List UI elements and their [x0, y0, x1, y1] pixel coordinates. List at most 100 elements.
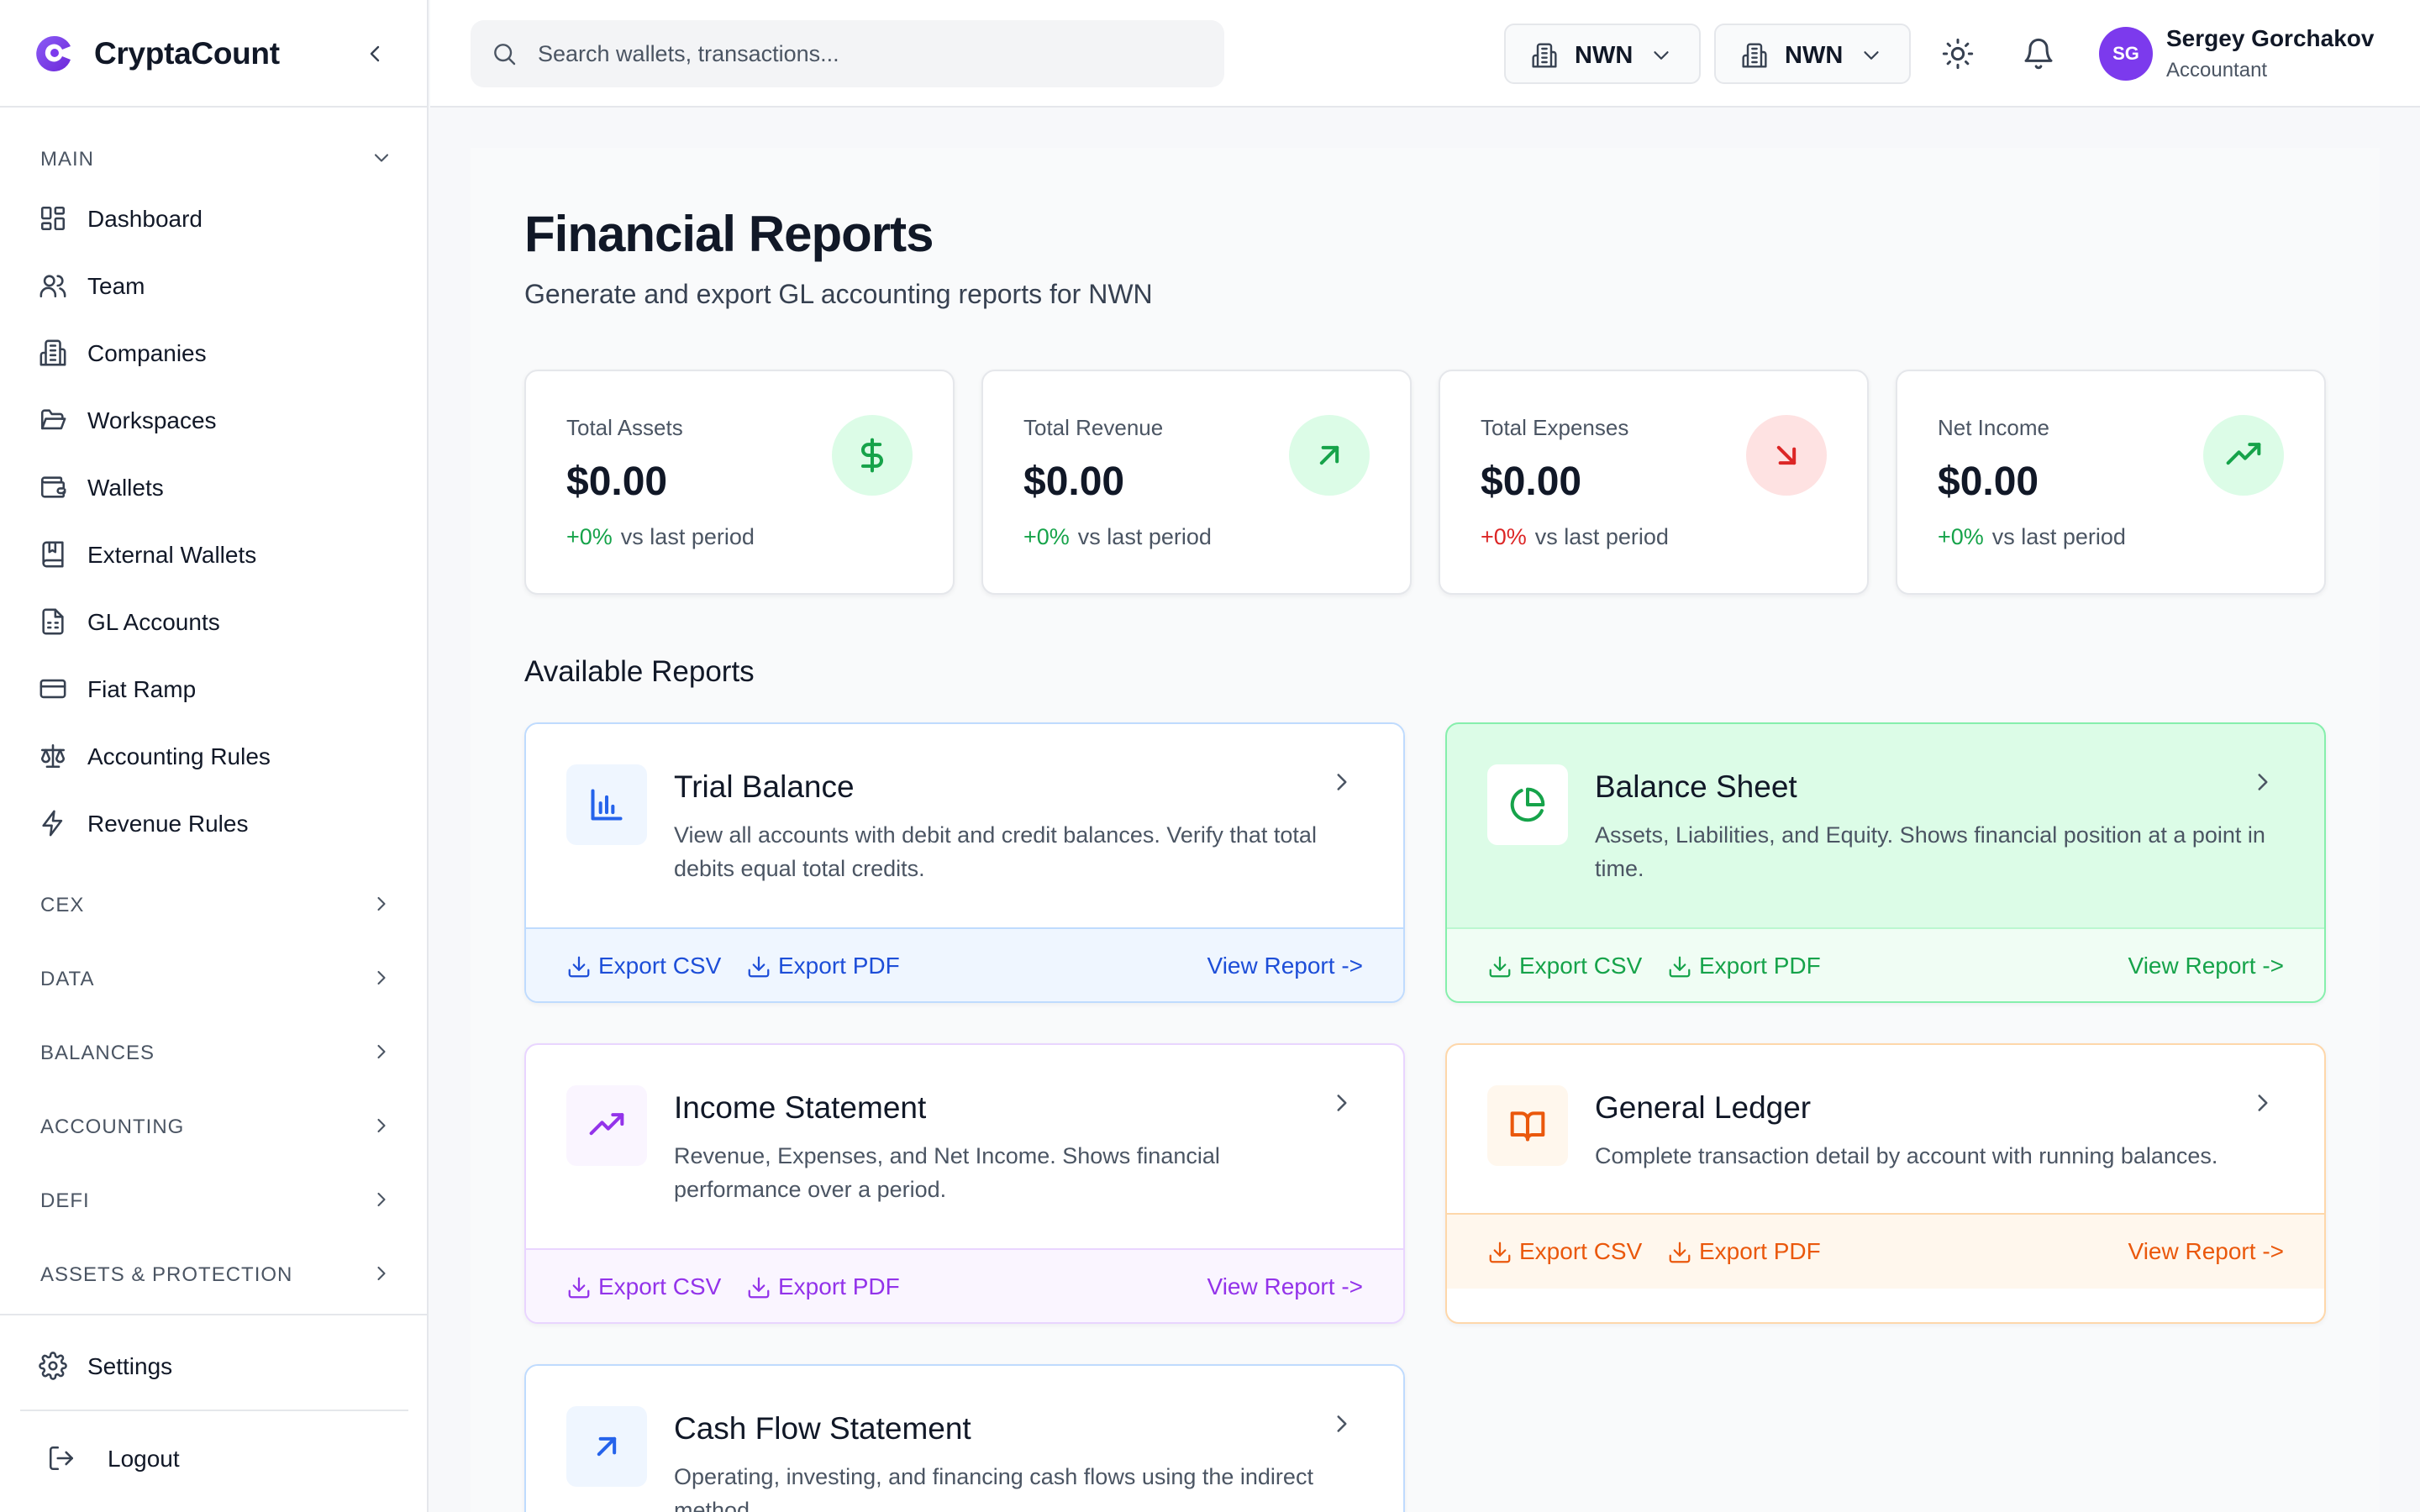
theme-toggle-sun-icon[interactable]	[1941, 37, 1975, 71]
stat-change-suffix: vs last period	[1534, 524, 1669, 549]
sidebar-item-external-wallets[interactable]: External Wallets	[39, 529, 392, 580]
sidebar-item-label: Accounting Rules	[87, 743, 271, 769]
view-report-link[interactable]: View Report ->	[1207, 953, 1363, 979]
section-accounting[interactable]: ACCOUNTING	[40, 1109, 393, 1142]
chevron-right-icon[interactable]	[1328, 768, 1356, 796]
report-title: Income Statement	[674, 1090, 927, 1125]
section-balances[interactable]: BALANCES	[40, 1035, 393, 1068]
sidebar-item-accounting-rules[interactable]: Accounting Rules	[39, 731, 392, 781]
company-selector[interactable]: NWN	[1504, 24, 1701, 84]
sidebar-item-team[interactable]: Team	[39, 260, 392, 311]
sidebar-item-label: Fiat Ramp	[87, 676, 197, 702]
sidebar-item-gl-accounts[interactable]: GL Accounts	[39, 596, 392, 647]
search-bar[interactable]	[471, 20, 1224, 87]
avatar[interactable]: SG	[2099, 27, 2153, 81]
book-icon	[42, 541, 64, 568]
stat-card-net-income: Net Income $0.00 +0% vs last period	[1896, 370, 2326, 595]
user-name[interactable]: Sergey Gorchakov	[2166, 25, 2374, 52]
report-card-body[interactable]: Trial Balance View all accounts with deb…	[526, 724, 1403, 927]
open-book-icon	[1510, 1111, 1545, 1142]
chevron-down-icon	[1654, 51, 1669, 60]
chevron-right-icon	[377, 1118, 386, 1133]
report-icon-box	[1487, 764, 1568, 845]
workspace-selector[interactable]: NWN	[1714, 24, 1911, 84]
download-icon	[1489, 1242, 1511, 1263]
sidebar-item-revenue-rules[interactable]: Revenue Rules	[39, 798, 392, 848]
bell-icon[interactable]	[2022, 37, 2055, 71]
stat-label: Total Expenses	[1481, 415, 1629, 440]
download-icon	[568, 956, 590, 978]
arrow-up-right-icon	[597, 1436, 617, 1457]
sidebar-item-label: GL Accounts	[87, 609, 220, 635]
arrow-down-right-icon	[1776, 445, 1797, 465]
stat-value: $0.00	[1938, 459, 2039, 504]
sidebar-item-label: Dashboard	[87, 206, 203, 232]
chevron-right-icon[interactable]	[1328, 1410, 1356, 1438]
sidebar-item-wallets[interactable]: Wallets	[39, 462, 392, 512]
sidebar-item-label: Workspaces	[87, 407, 217, 433]
sidebar-item-dashboard[interactable]: Dashboard	[39, 193, 392, 244]
sidebar-item-label: Team	[87, 273, 145, 299]
credit-card-icon	[39, 679, 66, 699]
stat-change: +0% vs last period	[566, 524, 755, 550]
sidebar-item-settings[interactable]: Settings	[39, 1341, 392, 1391]
stat-badge	[1289, 415, 1370, 496]
section-data[interactable]: DATA	[40, 961, 393, 995]
section-cex[interactable]: CEX	[40, 887, 393, 921]
section-assets-protection[interactable]: ASSETS & PROTECTION	[40, 1257, 393, 1290]
section-label: MAIN	[40, 148, 94, 171]
workspace-selector-label: NWN	[1785, 42, 1844, 69]
report-description: Assets, Liabilities, and Equity. Shows f…	[1595, 822, 2265, 881]
export-pdf-label: Export PDF	[1699, 1238, 1821, 1264]
stat-change-percent: +0%	[1481, 524, 1527, 549]
sidebar-item-companies[interactable]: Companies	[39, 328, 392, 378]
report-card-body[interactable]: Balance Sheet Assets, Liabilities, and E…	[1447, 724, 2324, 927]
report-card-cash-flow-statement[interactable]: Cash Flow Statement Operating, investing…	[524, 1364, 1405, 1512]
section-label: CEX	[40, 894, 85, 916]
view-report-link[interactable]: View Report ->	[2128, 953, 2284, 979]
export-csv-label: Export CSV	[1519, 1238, 1643, 1264]
view-report-link[interactable]: View Report ->	[2128, 1238, 2284, 1265]
download-icon	[1669, 1242, 1691, 1263]
stat-change-suffix: vs last period	[1991, 524, 2126, 549]
chevron-down-icon	[1864, 51, 1879, 60]
user-role: Accountant	[2166, 59, 2268, 81]
report-card-body[interactable]: Income Statement Revenue, Expenses, and …	[526, 1045, 1403, 1248]
section-label: DATA	[40, 968, 95, 990]
report-card-body[interactable]: General Ledger Complete transaction deta…	[1447, 1045, 2324, 1213]
gear-icon	[39, 1352, 67, 1380]
section-main[interactable]: MAIN	[40, 141, 393, 175]
logout-button[interactable]: Logout	[39, 1433, 392, 1483]
view-report-link[interactable]: View Report ->	[1207, 1273, 1363, 1300]
chevron-right-icon	[377, 1192, 386, 1207]
stat-value: $0.00	[566, 459, 668, 504]
collapse-sidebar-button[interactable]	[361, 40, 388, 67]
search-icon	[494, 44, 516, 66]
sidebar-item-label: Settings	[87, 1353, 173, 1379]
section-defi[interactable]: DEFI	[40, 1183, 393, 1216]
download-icon	[1489, 956, 1511, 978]
sidebar-divider	[0, 1314, 429, 1315]
chevron-right-icon[interactable]	[2249, 768, 2277, 796]
report-card-balance-sheet[interactable]: Balance Sheet Assets, Liabilities, and E…	[1445, 722, 2326, 1003]
stat-badge	[832, 415, 913, 496]
report-card-general-ledger[interactable]: General Ledger Complete transaction deta…	[1445, 1043, 2326, 1324]
search-input[interactable]	[538, 20, 1193, 87]
sidebar-item-label: Companies	[87, 340, 207, 366]
sidebar-item-label: Wallets	[87, 475, 164, 501]
chevron-right-icon[interactable]	[1328, 1089, 1356, 1117]
chevron-right-icon	[377, 896, 386, 911]
report-card-income-statement[interactable]: Income Statement Revenue, Expenses, and …	[524, 1043, 1405, 1324]
users-icon	[39, 275, 66, 298]
arrow-up-right-icon	[1319, 445, 1339, 465]
sidebar-item-workspaces[interactable]: Workspaces	[39, 395, 392, 445]
stat-change-suffix: vs last period	[620, 524, 755, 549]
report-card-body[interactable]: Cash Flow Statement Operating, investing…	[526, 1366, 1403, 1512]
chevron-right-icon[interactable]	[2249, 1089, 2277, 1117]
download-icon	[1669, 956, 1691, 978]
trending-up-icon	[589, 1113, 624, 1136]
export-csv-label: Export CSV	[598, 1273, 722, 1299]
report-card-trial-balance[interactable]: Trial Balance View all accounts with deb…	[524, 722, 1405, 1003]
stat-value: $0.00	[1481, 459, 1582, 504]
sidebar-item-fiat-ramp[interactable]: Fiat Ramp	[39, 664, 392, 714]
